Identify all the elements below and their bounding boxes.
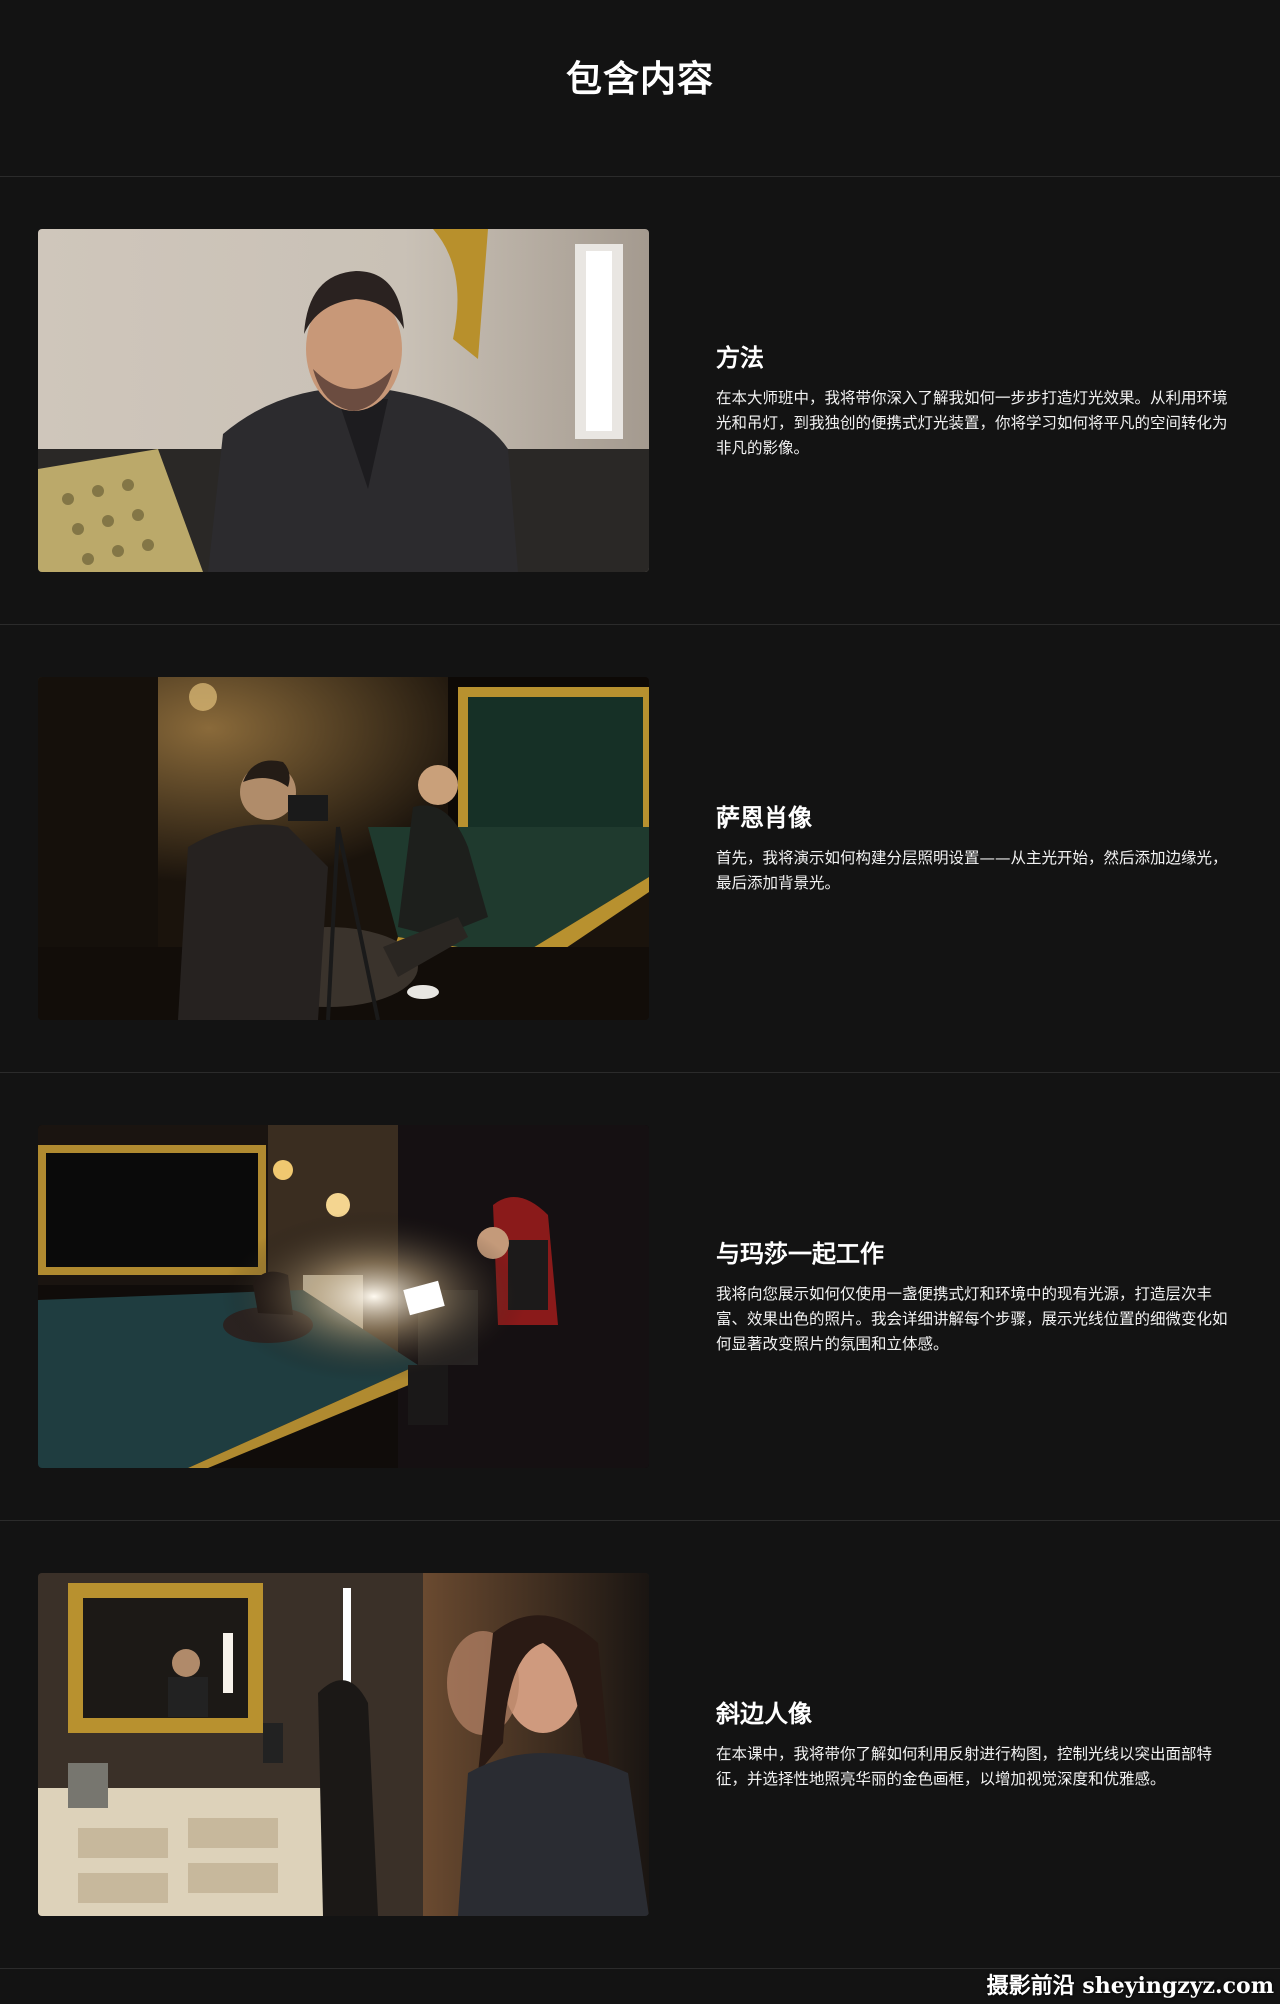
section-image-portrait — [38, 677, 649, 1020]
section-description: 在本课中，我将带你了解如何利用反射进行构图，控制光线以突出面部特征，并选择性地照… — [716, 1745, 1213, 1788]
section-title: 萨恩肖像 — [716, 804, 812, 832]
section-image-bevel — [38, 1573, 649, 1916]
section-title: 方法 — [716, 343, 764, 372]
content-section-method: 方法 在本大师班中，我将带你深入了解我如何一步步打造灯光效果。从利用环境光和吊灯… — [0, 177, 1280, 625]
page-header: 包含内容 — [0, 0, 1280, 177]
section-title: 斜边人像 — [716, 1700, 812, 1728]
content-section-bevel: 斜边人像 在本课中，我将带你了解如何利用反射进行构图，控制光线以突出面部特征，并… — [0, 1521, 1280, 1969]
section-description: 我将向您展示如何仅使用一盏便携式灯和环境中的现有光源，打造层次丰富、效果出色的照… — [716, 1284, 1228, 1353]
section-text-portrait: 萨恩肖像 首先，我将演示如何构建分层照明设置——从主光开始，然后添加边缘光，最后… — [716, 625, 1236, 1073]
section-image-method — [38, 229, 649, 572]
section-image-working — [38, 1125, 649, 1468]
page-title: 包含内容 — [565, 59, 714, 100]
section-title: 与玛莎一起工作 — [716, 1239, 884, 1268]
section-text-method: 方法 在本大师班中，我将带你深入了解我如何一步步打造灯光效果。从利用环境光和吊灯… — [716, 177, 1236, 625]
content-section-portrait: 萨恩肖像 首先，我将演示如何构建分层照明设置——从主光开始，然后添加边缘光，最后… — [0, 625, 1280, 1073]
section-description: 在本大师班中，我将带你深入了解我如何一步步打造灯光效果。从利用环境光和吊灯，到我… — [716, 388, 1228, 457]
content-section-working: 与玛莎一起工作 我将向您展示如何仅使用一盏便携式灯和环境中的现有光源，打造层次丰… — [0, 1073, 1280, 1521]
section-description: 首先，我将演示如何构建分层照明设置——从主光开始，然后添加边缘光，最后添加背景光… — [716, 849, 1228, 892]
section-text-working: 与玛莎一起工作 我将向您展示如何仅使用一盏便携式灯和环境中的现有光源，打造层次丰… — [716, 1073, 1236, 1521]
section-text-bevel: 斜边人像 在本课中，我将带你了解如何利用反射进行构图，控制光线以突出面部特征，并… — [716, 1521, 1236, 1969]
watermark: 摄影前沿 sheyingzyz.com — [986, 1973, 1274, 1999]
